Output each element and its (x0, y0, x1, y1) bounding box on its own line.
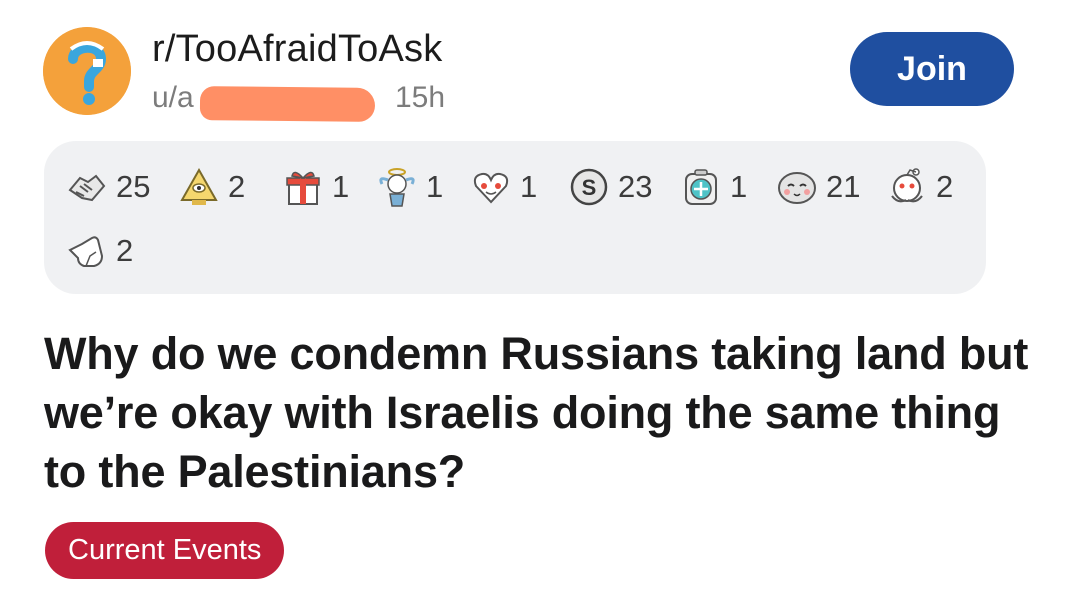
subreddit-avatar[interactable] (43, 27, 131, 115)
point-award-icon (68, 236, 104, 267)
post-age: 15h (395, 81, 446, 114)
awards-panel[interactable]: 25 2 1 1 1 S 23 1 21 2 2 (44, 141, 986, 294)
subreddit-name[interactable]: r/TooAfraidToAsk (152, 28, 442, 71)
snoo-facepalm-award-icon (891, 168, 923, 203)
award-item[interactable]: 2 (178, 165, 245, 209)
award-count: 2 (228, 169, 246, 204)
award-item[interactable]: 1 (470, 165, 537, 209)
award-item[interactable]: 1 (282, 165, 349, 209)
redaction-scribble (199, 86, 376, 122)
post-flair[interactable]: Current Events (45, 522, 285, 579)
award-item[interactable]: 21 (776, 165, 860, 209)
award-item[interactable]: 2 (66, 229, 133, 273)
post-title[interactable]: Why do we condemn Russians taking land b… (44, 324, 1034, 501)
join-button[interactable]: Join (850, 32, 1014, 106)
award-count: 1 (332, 169, 350, 204)
award-count: 1 (520, 169, 538, 204)
award-count: 23 (618, 169, 653, 204)
award-count: 2 (116, 233, 134, 268)
award-item[interactable]: S 23 (568, 165, 652, 209)
illuminati-award-icon (180, 167, 218, 205)
award-count: 1 (730, 169, 748, 204)
post-header: r/TooAfraidToAsk u/a 15h Join (0, 0, 1080, 130)
award-count: 1 (426, 169, 444, 204)
award-item[interactable]: 2 (886, 165, 953, 209)
question-mark-icon (43, 27, 131, 115)
handshake-award-icon (68, 174, 106, 202)
award-count: 25 (116, 169, 151, 204)
award-item[interactable]: 25 (66, 165, 150, 209)
award-item[interactable]: 1 (680, 165, 747, 209)
username[interactable]: u/a (152, 81, 194, 115)
blushing-seal-award-icon (778, 172, 816, 204)
silver-award-icon: S (570, 168, 608, 206)
award-count: 2 (936, 169, 954, 204)
award-item[interactable]: 1 (376, 165, 443, 209)
gift-award-icon (286, 171, 320, 205)
helpful-award-icon (685, 169, 717, 205)
svg-text:S: S (582, 175, 597, 200)
wholesome-heart-award-icon (473, 172, 509, 204)
award-count: 21 (826, 169, 861, 204)
angel-award-icon (379, 168, 415, 207)
